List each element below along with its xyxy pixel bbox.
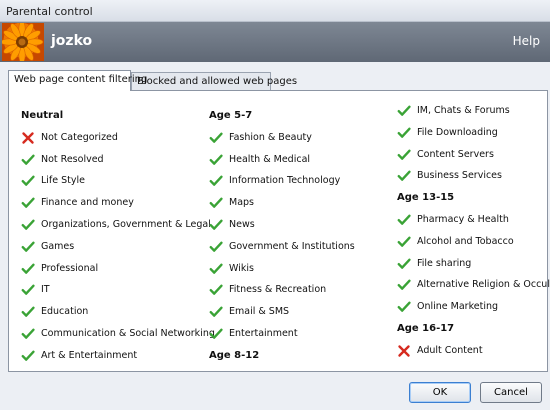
allowed-check-icon (209, 306, 223, 317)
category-label: Not Resolved (41, 153, 104, 165)
category-label: Government & Institutions (229, 240, 355, 252)
category-label: Wikis (229, 262, 254, 274)
ok-button[interactable]: OK (409, 382, 471, 403)
allowed-check-icon (209, 284, 223, 296)
category-label: File sharing (417, 257, 472, 269)
window-title: Parental control (6, 5, 93, 18)
tab-blocked-and-allowed-web-pages[interactable]: Blocked and allowed web pages (131, 72, 297, 91)
allowed-check-icon (397, 236, 411, 247)
allowed-check-icon (397, 105, 411, 116)
category-label: Health & Medical (229, 153, 311, 165)
group-heading-age-13-15: Age 13-15 (397, 192, 455, 204)
allowed-check-icon (21, 284, 35, 296)
help-link[interactable]: Help (513, 34, 540, 48)
category-label: Alcohol and Tobacco (417, 235, 514, 247)
allowed-check-icon (209, 328, 223, 339)
category-label: Organizations, Government & Legal (41, 219, 211, 230)
allowed-check-icon (209, 132, 223, 143)
category-label: Education (41, 306, 89, 318)
allowed-check-icon (397, 301, 411, 312)
category-label: Finance and money (41, 197, 134, 209)
category-label: Games (41, 240, 75, 252)
allowed-check-icon (21, 328, 35, 339)
allowed-check-icon (397, 170, 411, 182)
allowed-check-icon (397, 127, 411, 138)
group-heading-age-8-12: Age 8-12 (209, 349, 260, 361)
title-bar: Parental control (0, 0, 550, 22)
allowed-check-icon (209, 219, 223, 230)
allowed-check-icon (21, 154, 35, 165)
blocked-x-icon (398, 345, 410, 357)
allowed-check-icon (21, 306, 35, 317)
blocked-x-icon (22, 132, 34, 144)
category-label: Entertainment (229, 328, 298, 339)
category-label: News (229, 219, 255, 230)
allowed-check-icon (397, 149, 411, 160)
category-label: Business Services (417, 170, 502, 182)
allowed-check-icon (209, 197, 223, 208)
category-label: IM, Chats & Forums (417, 105, 510, 116)
allowed-check-icon (21, 241, 35, 252)
allowed-check-icon (21, 197, 35, 208)
category-label: Fashion & Beauty (229, 131, 312, 143)
category-label: File Downloading (417, 126, 498, 138)
user-header: jozko Help (0, 22, 550, 62)
category-label: Professional (41, 262, 99, 274)
tab-web-page-content-filtering[interactable]: Web page content filtering (8, 70, 147, 91)
category-label: Adult Content (417, 344, 483, 356)
allowed-check-icon (209, 241, 223, 252)
category-label: Life Style (41, 175, 86, 187)
allowed-check-icon (209, 263, 223, 274)
allowed-check-icon (21, 219, 35, 230)
category-label: Alternative Religion & Occult (417, 279, 550, 291)
category-label: Not Categorized (41, 131, 118, 143)
allowed-check-icon (397, 258, 411, 269)
category-label: Online Marketing (417, 301, 499, 313)
group-heading-age-5-7: Age 5-7 (209, 110, 253, 121)
cancel-button[interactable]: Cancel (480, 382, 542, 403)
category-label: Communication & Social Networking (41, 328, 215, 339)
allowed-check-icon (21, 263, 35, 274)
allowed-check-icon (397, 214, 411, 225)
allowed-check-icon (21, 350, 35, 361)
username: jozko (51, 33, 93, 49)
content-filter-panel: Neutral Not Categorized Not Resolved Life S… (8, 90, 550, 372)
allowed-check-icon (21, 175, 35, 187)
category-label: Art & Entertainment (41, 349, 138, 361)
category-label: Email & SMS (229, 306, 290, 318)
avatar (2, 23, 44, 61)
category-label: Pharmacy & Health (417, 214, 509, 225)
group-heading-age-16-17: Age 16-17 (397, 323, 455, 334)
category-label: Fitness & Recreation (229, 284, 327, 296)
category-label: Maps (229, 197, 254, 209)
allowed-check-icon (397, 279, 411, 291)
category-label: IT (41, 284, 50, 296)
allowed-check-icon (209, 154, 223, 165)
allowed-check-icon (209, 175, 223, 187)
category-label: Information Technology (229, 175, 341, 187)
group-heading-neutral: Neutral (21, 110, 64, 121)
category-label: Content Servers (417, 148, 494, 160)
